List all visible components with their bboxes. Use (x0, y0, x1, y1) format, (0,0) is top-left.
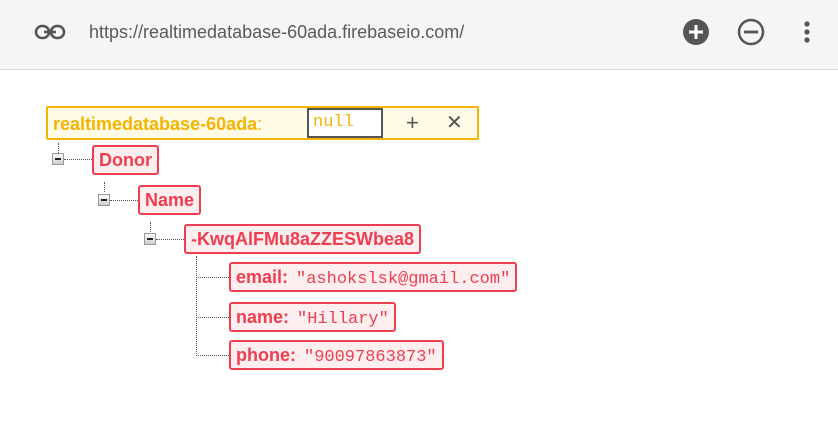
tree-connector (196, 277, 229, 278)
leaf-key: email: (236, 267, 289, 287)
close-button[interactable]: ✕ (446, 111, 463, 135)
tree-connector (196, 355, 229, 356)
leaf-value[interactable]: "ashokslsk@gmail.com" (296, 270, 510, 289)
leaf-value[interactable]: "90097863873" (304, 348, 437, 367)
tree-connector (64, 159, 92, 160)
leaf-name[interactable]: name: "Hillary" (229, 302, 396, 332)
tree-connector (196, 317, 229, 318)
leaf-phone[interactable]: phone: "90097863873" (229, 340, 444, 370)
root-node[interactable]: realtimedatabase-60ada: null + ✕ (46, 106, 479, 140)
leaf-key: name: (236, 307, 290, 327)
collapse-toggle-icon[interactable] (98, 194, 110, 206)
leaf-email[interactable]: email: "ashokslsk@gmail.com" (229, 262, 518, 292)
tree-connector (110, 200, 138, 201)
data-tree: realtimedatabase-60ada: null + ✕ Donor N… (0, 0, 838, 434)
tree-connector (58, 143, 59, 153)
collapse-toggle-icon[interactable] (144, 233, 156, 245)
leaf-key: phone: (236, 345, 296, 365)
node-record-key[interactable]: -KwqAlFMu8aZZESWbea8 (184, 224, 422, 254)
tree-connector (104, 182, 105, 192)
tree-connector (150, 222, 151, 232)
root-key[interactable]: realtimedatabase-60ada: (53, 113, 262, 135)
tree-connector (156, 239, 184, 240)
collapse-toggle-icon[interactable] (52, 153, 64, 165)
tree-connector (196, 256, 197, 356)
node-name[interactable]: Name (138, 185, 202, 215)
leaf-value[interactable]: "Hillary" (297, 310, 389, 329)
node-donor[interactable]: Donor (92, 145, 159, 175)
add-child-button[interactable]: + (406, 111, 419, 135)
root-value-input[interactable]: null (307, 108, 383, 138)
